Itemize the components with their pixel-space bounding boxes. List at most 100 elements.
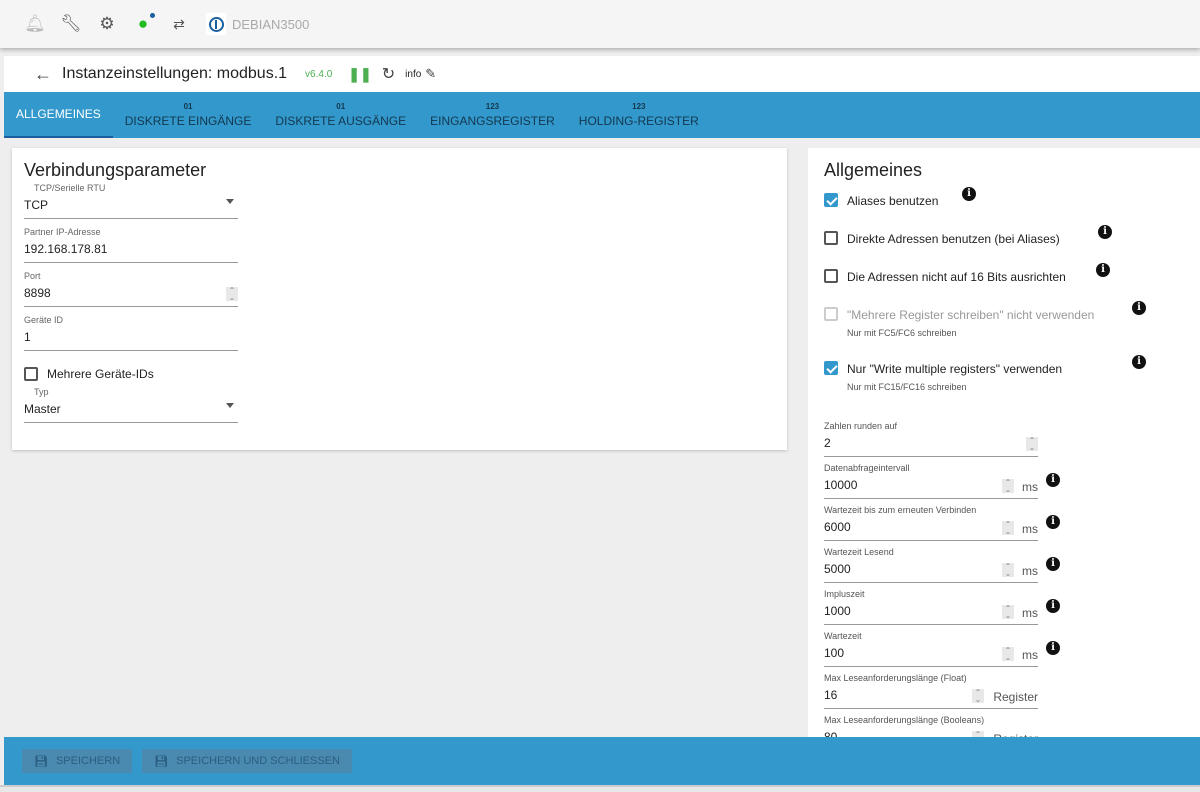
- info-link[interactable]: info: [405, 69, 421, 80]
- field-label: TCP/Serielle RTU: [34, 183, 106, 193]
- option-checkbox[interactable]: "Mehrere Register schreiben" nicht verwe…: [824, 301, 1184, 361]
- edit-pencil-icon[interactable]: ✎: [425, 66, 436, 82]
- tab-badge: 01: [336, 102, 346, 111]
- number-input[interactable]: Impluszeit 1000 ⌃ ⌄ ms i: [824, 589, 1060, 625]
- checkbox-hint: Nur mit FC5/FC6 schreiben: [847, 328, 957, 338]
- general-panel: Allgemeines Aliases benutzen i Direkte Adr…: [808, 148, 1200, 751]
- option-checkbox[interactable]: Aliases benutzen i: [824, 187, 1184, 231]
- field-label: Datenabfrageintervall: [824, 463, 910, 473]
- tab-label: DISKRETE EINGÄNGE: [124, 114, 252, 128]
- number-input[interactable]: Max Leseanforderungslänge (Float) 16 ⌃ ⌄ Reg…: [824, 673, 1038, 709]
- checkbox-label: Direkte Adressen benutzen (bei Aliases): [847, 232, 1060, 246]
- field-value: TCP: [24, 198, 48, 212]
- port-input[interactable]: Port 8898 ⌃ ⌄: [24, 271, 238, 307]
- field-label: Geräte ID: [24, 315, 64, 325]
- button-label: SPEICHERN UND SCHLIESSEN: [176, 755, 340, 767]
- section-title: Verbindungsparameter: [24, 160, 207, 180]
- footer-bar: 💾︎ SPEICHERN 💾︎ SPEICHERN UND SCHLIESSEN: [4, 737, 1200, 785]
- tab-label: EINGANGSREGISTER: [430, 114, 555, 128]
- number-input[interactable]: Zahlen runden auf 2 ⌃ ⌄: [824, 421, 1038, 457]
- number-input[interactable]: Wartezeit 100 ⌃ ⌄ ms i: [824, 631, 1060, 667]
- field-label: Port: [24, 271, 41, 281]
- field-value: 1: [24, 330, 31, 344]
- option-checkbox[interactable]: Die Adressen nicht auf 16 Bits ausrichte…: [824, 263, 1184, 307]
- number-input[interactable]: Datenabfrageintervall 10000 ⌃ ⌄ ms i: [824, 463, 1060, 499]
- save-and-close-button[interactable]: 💾︎ SPEICHERN UND SCHLIESSEN: [142, 749, 352, 773]
- pause-icon[interactable]: ❚❚: [348, 66, 371, 83]
- number-input[interactable]: Wartezeit bis zum erneuten Verbinden 6000…: [824, 505, 1060, 541]
- field-label: Partner IP-Adresse: [24, 227, 101, 237]
- host-name: DEBIAN3500: [232, 16, 310, 32]
- save-button[interactable]: 💾︎ SPEICHERN: [22, 749, 133, 773]
- bell-icon[interactable]: 🔔︎: [24, 14, 46, 33]
- checkbox-label: Mehrere Geräte-IDs: [47, 367, 154, 381]
- spinner-icon[interactable]: ⌃⌄: [972, 689, 984, 704]
- field-label: Wartezeit bis zum erneuten Verbinden: [824, 505, 977, 515]
- spinner-icon[interactable]: ⌃⌄: [1002, 605, 1014, 620]
- connection-card: Verbindungsparameter TCP/Serielle RTU TCP…: [12, 148, 787, 450]
- field-value: Master: [24, 402, 61, 416]
- dropdown-caret-icon: [226, 403, 234, 412]
- host-selector[interactable]: DEBIAN3500: [206, 13, 309, 35]
- spinner-icon[interactable]: ⌃⌄: [1002, 563, 1014, 578]
- iobroker-logo: [206, 13, 226, 35]
- connection-type-select[interactable]: TCP/Serielle RTU TCP: [24, 183, 238, 219]
- option-checkbox[interactable]: Direkte Adressen benutzen (bei Aliases) i: [824, 225, 1184, 269]
- checkbox-icon: [824, 269, 838, 283]
- info-icon[interactable]: i: [1046, 515, 1060, 529]
- checkbox-hint: Nur mit FC15/FC16 schreiben: [847, 382, 967, 392]
- unit-label: ms: [1022, 606, 1038, 620]
- checkbox-icon: [824, 231, 838, 245]
- info-icon[interactable]: i: [1132, 301, 1146, 315]
- info-icon[interactable]: i: [962, 187, 976, 201]
- checkbox-label: Aliases benutzen: [847, 194, 939, 208]
- instance-settings: ← Instanzeinstellungen: modbus.1 v6.4.0 …: [4, 56, 1200, 792]
- spinner-icon[interactable]: ⌃⌄: [1002, 521, 1014, 536]
- device-id-input[interactable]: Geräte ID 1: [24, 315, 238, 351]
- tab-diskrete-eingaenge[interactable]: 01 DISKRETE EINGÄNGE: [113, 92, 264, 138]
- sync-disabled-icon[interactable]: ⇄: [170, 15, 188, 33]
- tab-label: DISKRETE AUSGÄNGE: [275, 114, 407, 128]
- ip-address-input[interactable]: Partner IP-Adresse 192.168.178.81: [24, 227, 238, 263]
- checkbox-label: "Mehrere Register schreiben" nicht verwe…: [847, 308, 1095, 322]
- content-area: Verbindungsparameter TCP/Serielle RTU TCP…: [4, 138, 1200, 751]
- info-icon[interactable]: i: [1132, 355, 1146, 369]
- unit-label: ms: [1022, 648, 1038, 662]
- tab-badge: 123: [632, 102, 646, 111]
- tab-badge: 01: [183, 102, 193, 111]
- checkbox-label: Nur "Write multiple registers" verwenden: [847, 362, 1063, 376]
- dropdown-caret-icon: [226, 199, 234, 208]
- checkbox-label: Die Adressen nicht auf 16 Bits ausrichte…: [847, 270, 1066, 284]
- multi-device-ids-checkbox[interactable]: Mehrere Geräte-IDs: [24, 367, 775, 381]
- tab-diskrete-ausgaenge[interactable]: 01 DISKRETE AUSGÄNGE: [263, 92, 418, 138]
- option-checkbox[interactable]: Nur "Write multiple registers" verwenden…: [824, 355, 1184, 415]
- spinner-icon[interactable]: ⌃⌄: [1002, 647, 1014, 662]
- version-label: v6.4.0: [305, 68, 333, 80]
- info-icon[interactable]: i: [1098, 225, 1112, 239]
- brain-icon[interactable]: ●: [134, 13, 155, 33]
- top-toolbar: 🔔︎ 🔧︎ ⚙︎ ● ⇄ DEBIAN3500: [0, 0, 1200, 48]
- info-icon[interactable]: i: [1096, 263, 1110, 277]
- back-arrow-icon[interactable]: ←: [34, 64, 52, 85]
- field-label: Wartezeit: [824, 631, 862, 641]
- tab-eingangsregister[interactable]: 123 EINGANGSREGISTER: [418, 92, 567, 138]
- checkbox-icon: [24, 367, 38, 381]
- reload-icon[interactable]: ↻: [382, 64, 395, 84]
- tab-allgemeines[interactable]: ALLGEMEINES: [4, 92, 113, 138]
- info-icon[interactable]: i: [1046, 557, 1060, 571]
- info-icon[interactable]: i: [1046, 641, 1060, 655]
- spinner-icon[interactable]: ⌃⌄: [1002, 479, 1014, 494]
- header: ← Instanzeinstellungen: modbus.1 v6.4.0 …: [4, 56, 1200, 92]
- checkbox-icon: [824, 307, 838, 321]
- field-value: 2: [824, 436, 831, 450]
- type-select[interactable]: Typ Master: [24, 387, 238, 423]
- spinner-icon[interactable]: ⌃⌄: [1026, 437, 1038, 452]
- wrench-icon[interactable]: 🔧︎: [60, 14, 82, 33]
- spinner-icon[interactable]: ⌃⌄: [226, 287, 238, 302]
- gear-icon[interactable]: ⚙︎: [98, 14, 116, 33]
- tab-holding-register[interactable]: 123 HOLDING-REGISTER: [567, 92, 711, 138]
- number-input[interactable]: Wartezeit Lesend 5000 ⌃ ⌄ ms i: [824, 547, 1060, 583]
- field-label: Max Leseanforderungslänge (Float): [824, 673, 967, 683]
- info-icon[interactable]: i: [1046, 599, 1060, 613]
- info-icon[interactable]: i: [1046, 473, 1060, 487]
